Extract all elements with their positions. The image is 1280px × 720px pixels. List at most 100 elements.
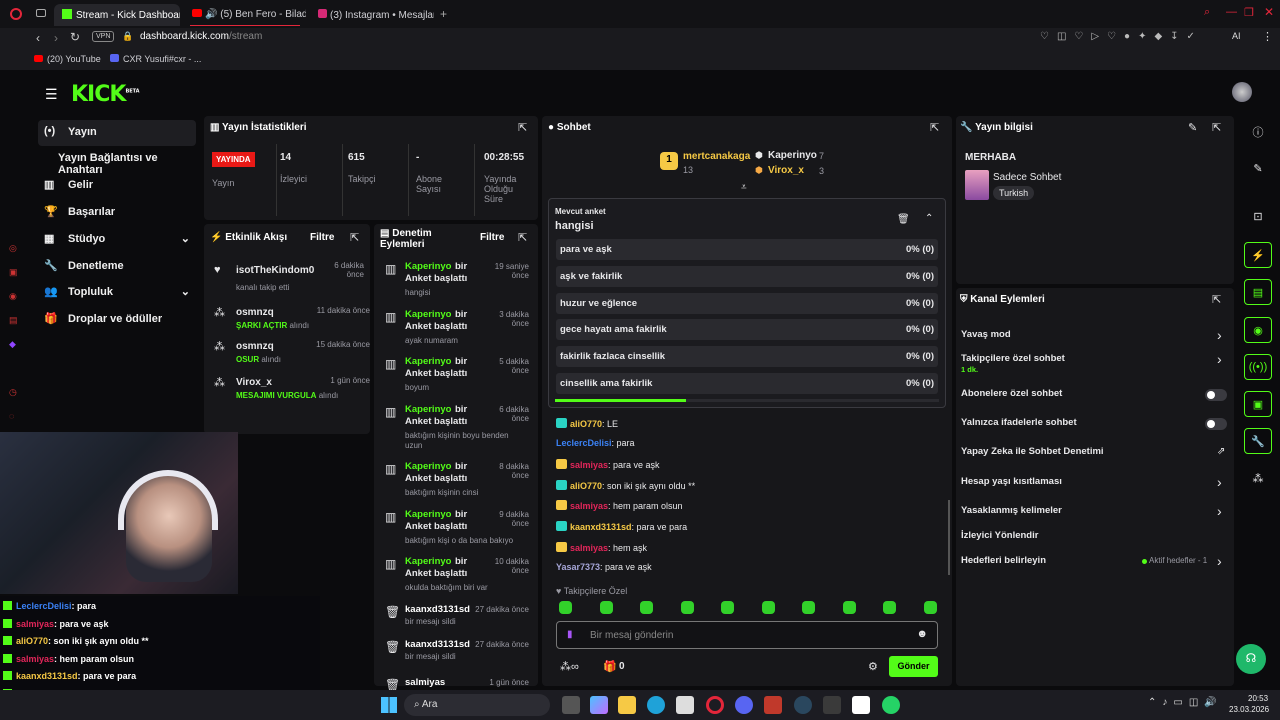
category-name[interactable]: Sadece Sohbet: [993, 172, 1061, 183]
activity-filter-button[interactable]: Filtre: [310, 232, 334, 243]
channel-action-row[interactable]: Abonelere özel sohbet: [961, 387, 1229, 407]
gift-icon[interactable]: 🎁: [603, 660, 617, 673]
sidebar-item-topluluk[interactable]: 👥 Topluluk ⌄: [38, 280, 196, 306]
url-field[interactable]: dashboard.kick.com/stream: [140, 31, 262, 42]
emote-icon[interactable]: [680, 601, 694, 614]
discord-icon[interactable]: [735, 696, 753, 714]
poll-option[interactable]: aşk ve fakirlik 0% (0): [556, 266, 938, 287]
tab-instagram[interactable]: (3) Instagram • Mesajlar: [310, 4, 434, 26]
forward-icon[interactable]: ›: [54, 31, 58, 45]
chat-input[interactable]: ▮ Bir mesaj gönderin ☻: [556, 621, 938, 649]
edge-icon[interactable]: [647, 696, 665, 714]
emote-icon[interactable]: [761, 601, 775, 614]
chat-username[interactable]: salmiyas: [570, 543, 608, 553]
maximize-button[interactable]: ❐: [1244, 6, 1254, 19]
channel-action-row[interactable]: Yalnızca ifadelerle sohbet: [961, 416, 1229, 436]
sidebar-item-stream-key[interactable]: Yayın Bağlantısı ve Anahtarı: [38, 146, 196, 176]
app-icon[interactable]: [764, 696, 782, 714]
gifter-2-name[interactable]: Kaperinyo: [768, 150, 817, 161]
chevron-up-icon[interactable]: ⌃: [925, 213, 933, 224]
pencil-icon[interactable]: ✎: [1244, 156, 1272, 182]
kick-logo[interactable]: KICKBETA: [71, 82, 140, 107]
poll-option[interactable]: fakirlik fazlaca cinsellik 0% (0): [556, 346, 938, 367]
channel-action-row[interactable]: Hesap yaşı kısıtlaması ›: [961, 474, 1229, 495]
emote-icon[interactable]: [883, 601, 896, 614]
popout-icon[interactable]: ⇱: [930, 121, 939, 134]
emote-icon[interactable]: [923, 601, 937, 614]
sidebar-item-basarilar[interactable]: 🏆 Başarılar: [38, 200, 196, 226]
vpn-badge[interactable]: VPN: [92, 31, 115, 42]
sidebar-item-denetleme[interactable]: 🔧 Denetleme: [38, 254, 196, 280]
clock-date[interactable]: 23.03.2026: [1229, 705, 1269, 714]
clock-time[interactable]: 20:53: [1248, 694, 1268, 703]
emote-icon[interactable]: [640, 601, 653, 614]
reload-icon[interactable]: ↻: [70, 30, 80, 44]
points-icon[interactable]: ⁂: [1244, 466, 1272, 492]
emote-icon[interactable]: [559, 601, 572, 614]
points-icon[interactable]: ⁂∞: [560, 660, 579, 673]
emote-icon[interactable]: [802, 601, 815, 614]
send-button[interactable]: Gönder: [889, 656, 938, 677]
poll-option[interactable]: para ve aşk 0% (0): [556, 239, 938, 260]
channel-action-row[interactable]: Hedefleri belirleyin Aktif hedefler - 1 ›: [961, 553, 1229, 574]
back-icon[interactable]: ‹: [36, 31, 40, 45]
tab-youtube[interactable]: 🔊 (5) Ben Fero - Bilader: [184, 4, 306, 26]
search-tabs-icon[interactable]: ⌕: [1204, 6, 1210, 19]
bookmark-cxr[interactable]: CXR Yusufi#cxr - ...: [110, 54, 201, 64]
channel-action-row[interactable]: Yasaklanmış kelimeler ›: [961, 503, 1229, 524]
toggle-switch[interactable]: [1205, 418, 1227, 430]
moderation-log-icon[interactable]: ▤: [1244, 279, 1272, 305]
emote-icon[interactable]: [599, 601, 613, 614]
channel-action-row[interactable]: Takipçilere özel sohbet 1 dk. ›: [961, 351, 1229, 374]
broadcast-icon[interactable]: ((•)): [1244, 354, 1272, 380]
copilot-icon[interactable]: [590, 696, 608, 714]
avatar[interactable]: [1232, 82, 1252, 102]
system-tray-icons[interactable]: ⌃♪▭◫🔊: [1148, 697, 1223, 708]
chat-scrollbar[interactable]: [948, 500, 950, 575]
channel-actions-icon[interactable]: 🔧: [1244, 428, 1272, 454]
chat-username[interactable]: aliO770: [570, 481, 602, 491]
app-icon[interactable]: [823, 696, 841, 714]
chat-username[interactable]: salmiyas: [570, 460, 608, 470]
sidebar-item-studyo[interactable]: ▦ Stüdyo ⌄: [38, 227, 196, 253]
delete-poll-icon[interactable]: 🗑: [897, 214, 910, 225]
poll-option[interactable]: cinsellik ama fakirlik 0% (0): [556, 373, 938, 394]
chat-username[interactable]: salmiyas: [570, 501, 608, 511]
file-explorer-icon[interactable]: [618, 696, 636, 714]
toggle-switch[interactable]: [1205, 389, 1227, 401]
opera-logo-icon[interactable]: [10, 8, 22, 20]
emote-icon[interactable]: [721, 601, 734, 614]
popout-icon[interactable]: ⇱: [518, 231, 527, 244]
opera-sidebar-icons[interactable]: ◎▣◉▤◆◷◌⚙: [9, 236, 23, 452]
steam-icon[interactable]: [794, 696, 812, 714]
minimize-button[interactable]: —: [1226, 6, 1237, 18]
poll-option[interactable]: gece hayatı ama fakirlik 0% (0): [556, 319, 938, 340]
channel-action-row[interactable]: Yapay Zeka ile Sohbet Denetimi ⇗: [961, 445, 1229, 465]
hamburger-menu-icon[interactable]: ☰: [45, 86, 58, 103]
bookmark-youtube[interactable]: (20) YouTube: [34, 54, 101, 64]
moderation-filter-button[interactable]: Filtre: [480, 232, 504, 243]
gifter-3-name[interactable]: Virox_x: [768, 165, 804, 176]
taskbar-search[interactable]: ⌕ Ara: [404, 694, 550, 716]
channel-action-row[interactable]: Yavaş mod ›: [961, 327, 1229, 348]
support-chat-button[interactable]: ☊: [1236, 644, 1266, 674]
popout-icon[interactable]: ⇱: [350, 231, 359, 244]
capcut-icon[interactable]: [852, 696, 870, 714]
edit-icon[interactable]: ✎: [1188, 121, 1197, 134]
emoji-icon[interactable]: ☻: [916, 628, 928, 640]
top-gifter-name[interactable]: mertcanakaga: [683, 151, 750, 162]
poll-option[interactable]: huzur ve eğlence 0% (0): [556, 293, 938, 314]
sidebar-item-yayin[interactable]: (•) Yayın: [38, 120, 196, 146]
whatsapp-icon[interactable]: [882, 696, 900, 714]
chat-username[interactable]: Yasar7373: [556, 562, 600, 572]
chat-username[interactable]: aliO770: [570, 419, 602, 429]
collapse-leaderboard-icon[interactable]: ⩡: [741, 182, 747, 193]
channel-action-row[interactable]: İzleyici Yönlendir: [961, 529, 1229, 549]
capture-icon[interactable]: ⊡: [1244, 204, 1272, 230]
chat-username[interactable]: LeclercDelisi: [556, 438, 612, 448]
sidebar-item-gelir[interactable]: ▥ Gelir: [38, 173, 196, 199]
info-icon[interactable]: ⓘ: [1244, 118, 1272, 144]
task-view-icon[interactable]: [562, 696, 580, 714]
tab-kick-dashboard[interactable]: Stream - Kick Dashboard: [54, 4, 180, 26]
close-window-button[interactable]: ✕: [1264, 5, 1274, 19]
